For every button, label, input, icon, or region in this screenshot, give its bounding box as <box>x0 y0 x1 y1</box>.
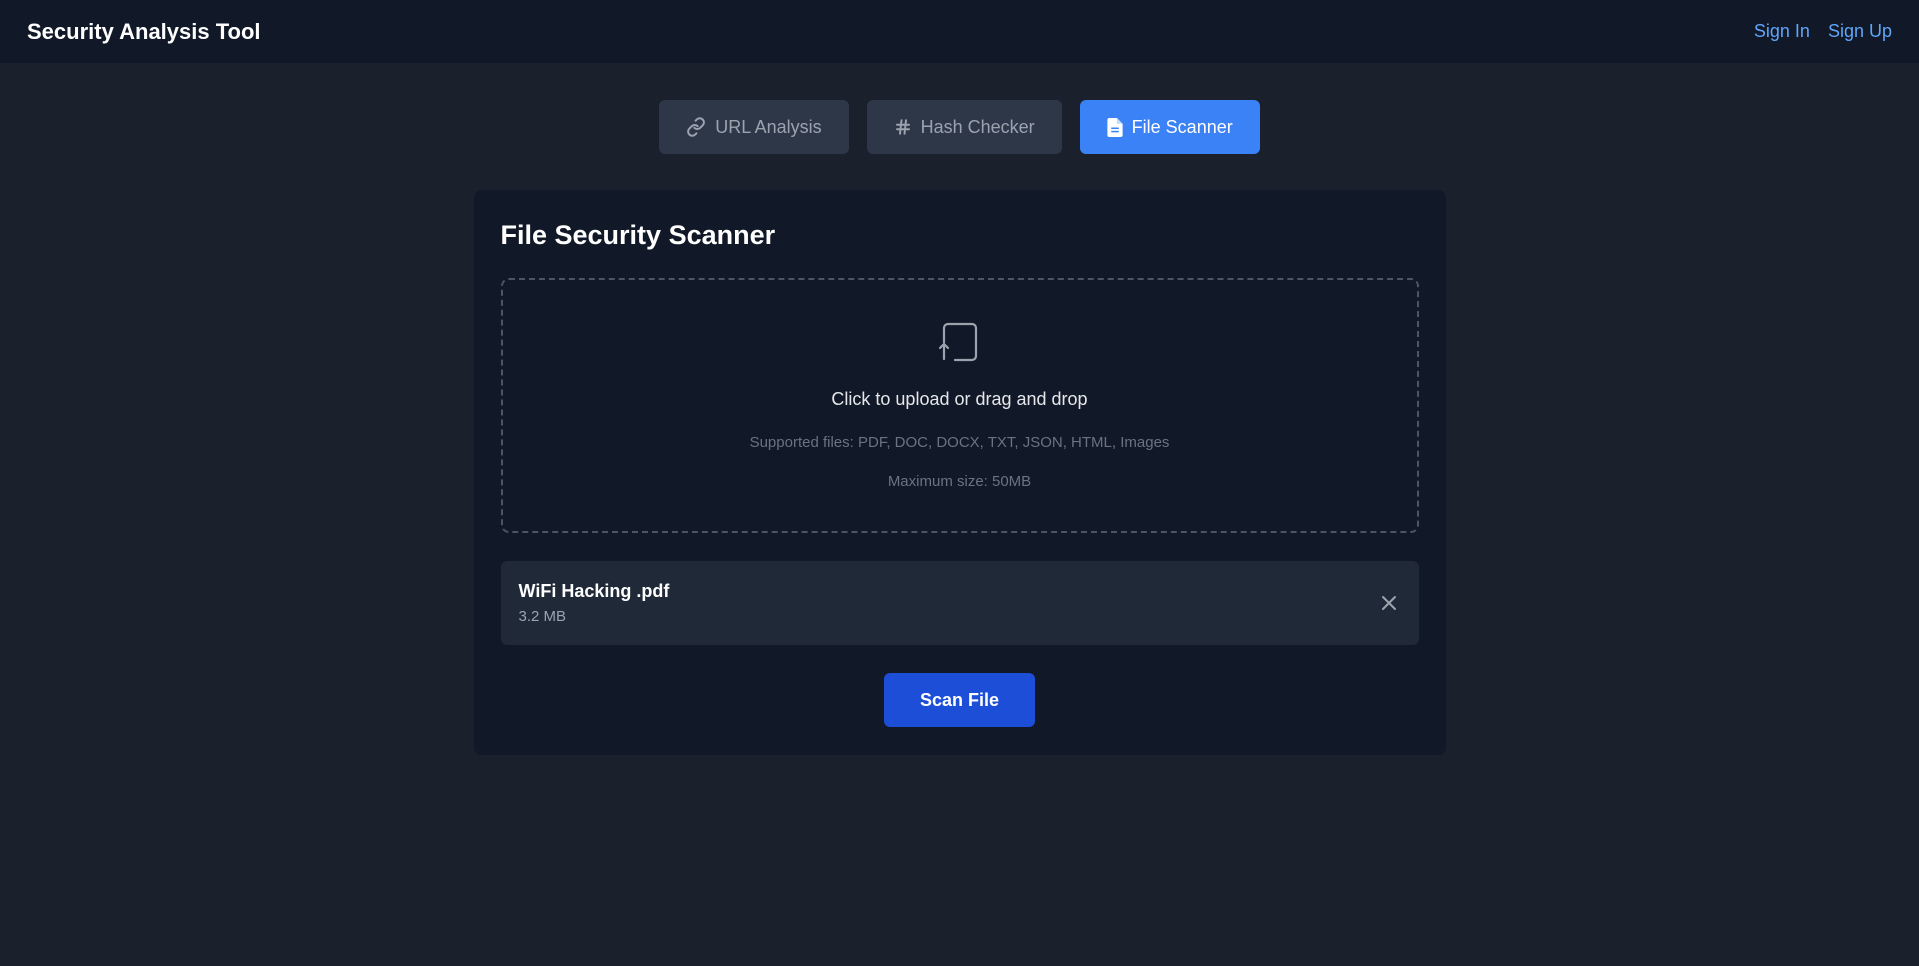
remove-file-button[interactable] <box>1377 591 1401 615</box>
sign-in-link[interactable]: Sign In <box>1754 21 1810 42</box>
tab-hash-checker[interactable]: Hash Checker <box>866 100 1062 154</box>
tab-label: File Scanner <box>1131 116 1233 137</box>
file-info: WiFi Hacking .pdf 3.2 MB <box>519 581 670 625</box>
sign-up-link[interactable]: Sign Up <box>1828 21 1892 42</box>
scan-button-wrap: Scan File <box>501 673 1419 727</box>
app-title: Security Analysis Tool <box>27 18 261 44</box>
supported-files-text: Supported files: PDF, DOC, DOCX, TXT, JS… <box>749 434 1170 451</box>
link-icon <box>686 117 706 137</box>
max-size-text: Maximum size: 50MB <box>887 473 1032 490</box>
top-navbar: Security Analysis Tool Sign In Sign Up <box>0 0 1919 63</box>
file-name: WiFi Hacking .pdf <box>518 581 670 601</box>
auth-links: Sign In Sign Up <box>1754 21 1892 42</box>
file-scanner-card: File Security Scanner Click to upload or… <box>473 190 1446 755</box>
file-dropzone[interactable]: Click to upload or drag and drop Support… <box>500 278 1419 533</box>
card-title: File Security Scanner <box>500 220 776 250</box>
hash-icon <box>894 118 912 136</box>
upload-icon <box>938 322 981 367</box>
close-icon <box>1381 596 1396 610</box>
tool-tabs: URL Analysis Hash Checker File Scanner <box>0 100 1919 154</box>
tab-file-scanner[interactable]: File Scanner <box>1079 100 1260 154</box>
tab-label: Hash Checker <box>920 116 1035 137</box>
tab-label: URL Analysis <box>715 116 822 137</box>
file-size: 3.2 MB <box>518 608 567 625</box>
file-icon <box>1107 117 1123 137</box>
scan-file-button[interactable]: Scan File <box>883 673 1036 727</box>
dropzone-instruction: Click to upload or drag and drop <box>831 389 1088 409</box>
selected-file: WiFi Hacking .pdf 3.2 MB <box>500 561 1419 645</box>
tab-url-analysis[interactable]: URL Analysis <box>659 100 849 154</box>
